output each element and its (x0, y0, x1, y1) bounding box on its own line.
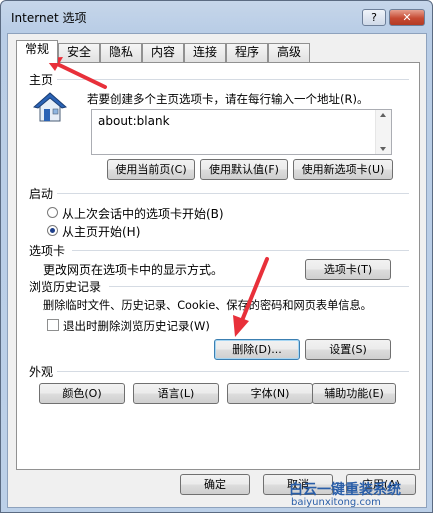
tab-content[interactable]: 内容 (142, 43, 184, 62)
help-button[interactable]: ? (362, 9, 386, 26)
accessibility-button[interactable]: 辅助功能(E) (312, 383, 396, 404)
radio-home-page-label: 从主页开始(H) (62, 225, 141, 239)
startup-divider (57, 193, 409, 194)
home-url-value: about:blank (98, 114, 170, 128)
history-description: 删除临时文件、历史记录、Cookie、保存的密码和网页表单信息。 (43, 299, 372, 312)
tabs-button[interactable]: 选项卡(T) (305, 259, 391, 280)
colors-button[interactable]: 颜色(O) (39, 383, 125, 404)
dialog-client: 常规 安全 隐私 内容 连接 程序 高级 主页 若要创建多个主页选项卡，请在每行… (7, 33, 427, 508)
tab-connections[interactable]: 连接 (184, 43, 226, 62)
general-tab-panel: 主页 若要创建多个主页选项卡，请在每行输入一个地址(R)。 about:blan… (16, 62, 420, 470)
watermark-title: 白云一键重装系统 (289, 482, 401, 498)
delete-on-exit-checkbox[interactable] (47, 319, 59, 331)
textarea-scrollbar[interactable] (375, 110, 391, 154)
use-default-button[interactable]: 使用默认值(F) (200, 159, 288, 180)
radio-last-session[interactable] (47, 207, 58, 218)
close-button[interactable]: ✕ (389, 9, 425, 26)
annotation-arrow-delete (233, 257, 269, 337)
use-current-button[interactable]: 使用当前页(C) (107, 159, 195, 180)
window-title: Internet 选项 (11, 11, 87, 25)
title-bar: Internet 选项 ? ✕ (1, 1, 432, 31)
appearance-divider (57, 371, 409, 372)
tab-programs[interactable]: 程序 (226, 43, 268, 62)
fonts-button[interactable]: 字体(N) (227, 383, 313, 404)
radio-last-session-label: 从上次会话中的选项卡开始(B) (62, 207, 224, 221)
ok-button[interactable]: 确定 (180, 474, 250, 495)
tabs-heading: 选项卡 (29, 244, 66, 258)
history-heading: 浏览历史记录 (29, 280, 102, 294)
internet-options-window: Internet 选项 ? ✕ 常规 安全 隐私 内容 连接 程序 高级 主页 (0, 0, 433, 513)
history-settings-button[interactable]: 设置(S) (305, 339, 391, 360)
languages-button[interactable]: 语言(L) (133, 383, 219, 404)
tab-advanced[interactable]: 高级 (268, 43, 310, 62)
use-new-tab-button[interactable]: 使用新选项卡(U) (293, 159, 393, 180)
watermark-url: baiyunxitong.com (291, 497, 381, 508)
tabs-description: 更改网页在选项卡中的显示方式。 (43, 263, 224, 277)
startup-heading: 启动 (29, 187, 54, 201)
house-icon (32, 91, 68, 123)
home-url-textarea[interactable]: about:blank (91, 109, 392, 155)
radio-home-page[interactable] (47, 225, 58, 236)
appearance-heading: 外观 (29, 365, 54, 379)
home-description: 若要创建多个主页选项卡，请在每行输入一个地址(R)。 (87, 92, 369, 106)
tab-general[interactable]: 常规 (16, 40, 58, 63)
delete-on-exit-label: 退出时删除浏览历史记录(W) (63, 319, 210, 333)
tabs-divider (72, 250, 409, 251)
radio-selected-dot (50, 228, 55, 233)
